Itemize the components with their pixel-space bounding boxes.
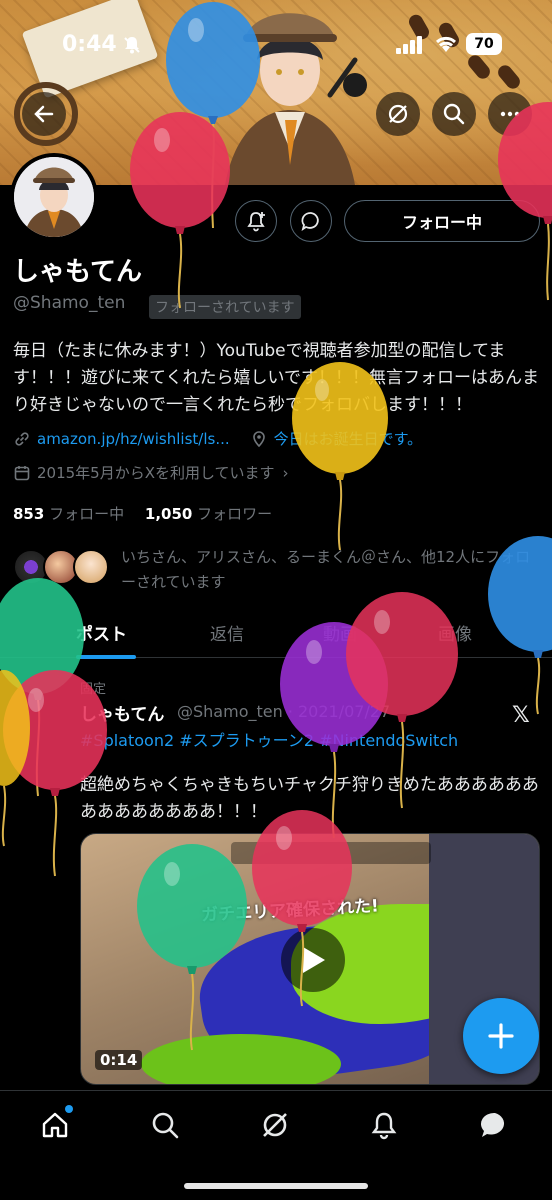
home-indicator bbox=[184, 1183, 368, 1189]
nav-messages[interactable] bbox=[475, 1105, 515, 1145]
post-meta: @Shamo_ten · 2021/07/27 bbox=[177, 702, 391, 721]
notification-dot bbox=[65, 1105, 73, 1113]
followers-link[interactable]: 1,050 フォロワー bbox=[145, 505, 272, 523]
bell-icon bbox=[371, 1112, 397, 1140]
compose-button[interactable] bbox=[463, 998, 539, 1074]
following-link[interactable]: 853 フォロー中 bbox=[13, 505, 124, 523]
nav-notifications[interactable] bbox=[364, 1105, 404, 1145]
grok-icon bbox=[263, 1113, 287, 1137]
link-icon bbox=[15, 431, 29, 446]
profile-avatar[interactable] bbox=[10, 153, 98, 241]
calendar-icon bbox=[14, 465, 30, 480]
video-scene bbox=[141, 1034, 341, 1084]
battery-indicator: 70 bbox=[466, 33, 502, 55]
birthday-text: 今日はお誕生日です。 bbox=[273, 430, 423, 448]
status-bar: 0:44 70 bbox=[0, 22, 552, 68]
user-handle: @Shamo_ten bbox=[13, 293, 126, 313]
video-hud bbox=[231, 842, 431, 864]
balloon-decoration bbox=[0, 670, 30, 847]
profile-banner[interactable]: 0:44 70 bbox=[0, 0, 552, 185]
x-logo-icon: 𝕏 bbox=[512, 703, 530, 728]
joined-row[interactable]: 2015年5月からXを利用しています › bbox=[13, 462, 289, 483]
following-label: フォロー中 bbox=[49, 505, 125, 523]
profile-bio: 毎日（たまに休みます！）YouTubeで視聴者参加型の配信してます！！！遊びに来… bbox=[13, 341, 539, 415]
profile-tabs: ポスト 返信 動画 画像 bbox=[0, 606, 552, 659]
nav-search[interactable] bbox=[145, 1105, 185, 1145]
signal-icon bbox=[396, 36, 422, 54]
known-followers-text: いちさん、アリスさん、るーまくん＠さん、他12人にフォローされています bbox=[121, 548, 531, 591]
grok-icon bbox=[388, 104, 408, 124]
nav-grok[interactable] bbox=[255, 1105, 295, 1145]
known-followers-row[interactable]: いちさん、アリスさん、るーまくん＠さん、他12人にフォローされています bbox=[13, 545, 543, 595]
notify-button[interactable] bbox=[235, 200, 277, 242]
tab-videos[interactable]: 動画 bbox=[323, 620, 357, 645]
status-time: 0:44 bbox=[62, 32, 117, 57]
message-button[interactable] bbox=[290, 200, 332, 242]
search-button[interactable] bbox=[432, 92, 476, 136]
follow-counts: 853 フォロー中 1,050 フォロワー bbox=[13, 503, 272, 524]
plus-icon bbox=[488, 1023, 514, 1049]
website-link[interactable]: amazon.jp/hz/wishlist/ls... bbox=[37, 430, 230, 448]
wifi-icon bbox=[435, 36, 457, 52]
video-duration: 0:14 bbox=[95, 1050, 143, 1070]
post-author[interactable]: しゃもてん bbox=[80, 700, 164, 725]
known-follower-avatar bbox=[73, 549, 109, 585]
following-count: 853 bbox=[13, 505, 45, 523]
nav-home[interactable] bbox=[35, 1105, 75, 1145]
post-text: 超絶めちゃくちゃきもちいチャクチ狩りきめたああああああああああああああ！！！ bbox=[80, 775, 539, 822]
profile-meta-row: amazon.jp/hz/wishlist/ls... 今日はお誕生日です。 bbox=[13, 428, 422, 449]
message-icon bbox=[480, 1112, 505, 1137]
chevron-right-icon: › bbox=[282, 463, 289, 482]
joined-text: 2015年5月からXを利用しています bbox=[37, 464, 275, 482]
message-icon bbox=[301, 212, 319, 232]
avatar-illustration bbox=[14, 157, 94, 237]
active-tab-indicator bbox=[76, 655, 136, 659]
tab-replies[interactable]: 返信 bbox=[210, 620, 244, 645]
following-button[interactable]: フォロー中 bbox=[344, 200, 540, 242]
follows-you-badge: フォローされています bbox=[149, 295, 301, 319]
bell-plus-icon bbox=[247, 212, 265, 232]
pinned-label: 固定 bbox=[80, 682, 107, 697]
followers-label: フォロワー bbox=[197, 505, 273, 523]
tab-images[interactable]: 画像 bbox=[438, 620, 472, 645]
location-pin-icon bbox=[252, 430, 265, 447]
play-icon bbox=[303, 947, 325, 973]
silent-mode-icon bbox=[124, 37, 140, 54]
followers-count: 1,050 bbox=[144, 505, 193, 523]
post-hashtags[interactable]: #Splatoon2 #スプラトゥーン2 #NintendoSwitch bbox=[80, 727, 458, 751]
display-name: しゃもてん bbox=[13, 257, 142, 287]
back-button[interactable] bbox=[22, 92, 66, 136]
grok-button[interactable] bbox=[376, 92, 420, 136]
play-button[interactable] bbox=[281, 928, 345, 992]
search-icon bbox=[443, 103, 465, 125]
tab-posts[interactable]: ポスト bbox=[76, 620, 127, 645]
back-arrow-icon bbox=[34, 105, 54, 123]
more-button[interactable] bbox=[488, 92, 532, 136]
more-icon bbox=[500, 111, 520, 117]
bottom-navigation bbox=[0, 1090, 552, 1200]
search-icon bbox=[152, 1112, 179, 1139]
home-icon bbox=[42, 1112, 68, 1138]
